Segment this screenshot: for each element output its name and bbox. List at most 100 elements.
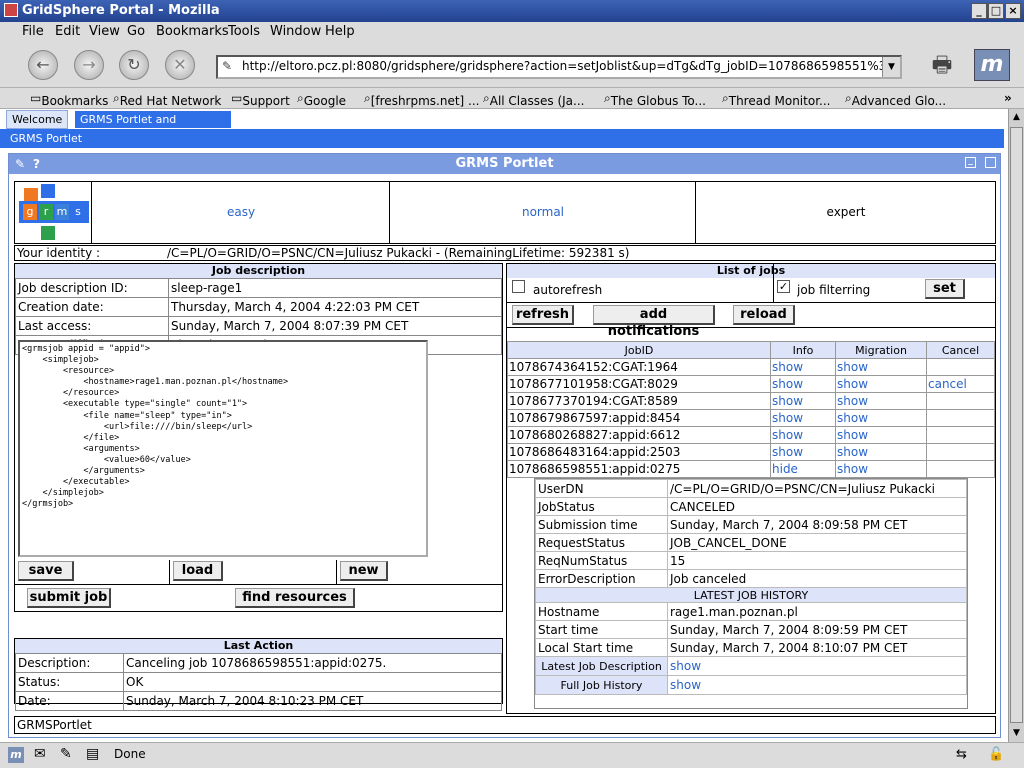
save-button[interactable]: save bbox=[18, 561, 74, 581]
mozilla-logo-icon[interactable]: m bbox=[974, 49, 1010, 81]
action-value: OK bbox=[123, 672, 502, 692]
print-icon[interactable]: 🖶 bbox=[924, 48, 960, 80]
reload-button[interactable]: reload bbox=[733, 305, 795, 325]
migration-show-link[interactable]: show bbox=[835, 358, 927, 376]
info-show-link[interactable]: show bbox=[770, 443, 836, 461]
col-info: Info bbox=[770, 341, 836, 359]
cancel-link[interactable] bbox=[926, 426, 995, 444]
window-title: GridSphere Portal - Mozilla bbox=[22, 3, 220, 18]
job-description-header: Job description bbox=[15, 264, 502, 278]
history-row: Hostname rage1.man.poznan.pl bbox=[535, 602, 967, 621]
migration-show-link[interactable]: show bbox=[835, 392, 927, 410]
minimize-icon[interactable]: _ bbox=[971, 3, 987, 19]
cancel-link[interactable] bbox=[926, 409, 995, 427]
edit-icon[interactable]: ✎ bbox=[15, 154, 25, 174]
menu-edit[interactable]: Edit bbox=[55, 24, 80, 39]
bookmark-item[interactable]: ⌕ Google bbox=[297, 91, 346, 108]
table-row: 1078679867597:appid:8454 show show bbox=[507, 409, 995, 427]
cancel-link[interactable] bbox=[926, 460, 995, 478]
migration-show-link[interactable]: show bbox=[835, 375, 927, 393]
bookmark-item[interactable]: ⌕ Advanced Glo... bbox=[845, 91, 946, 108]
bookmark-folder[interactable]: ▭ Bookmarks bbox=[30, 91, 108, 108]
migration-show-link[interactable]: show bbox=[835, 426, 927, 444]
detail-label: ReqNumStatus bbox=[535, 551, 668, 570]
scroll-thumb[interactable] bbox=[1010, 127, 1023, 723]
set-button[interactable]: set bbox=[925, 279, 965, 299]
menu-file[interactable]: File bbox=[22, 24, 44, 39]
new-button[interactable]: new bbox=[340, 561, 388, 581]
action-value: Sunday, March 7, 2004 8:10:23 PM CET bbox=[123, 691, 502, 711]
menu-go[interactable]: Go bbox=[127, 24, 145, 39]
composer-icon[interactable]: ✎ bbox=[60, 746, 72, 762]
menu-view[interactable]: View bbox=[89, 24, 120, 39]
url-bar[interactable]: ✎ http://eltoro.pcz.pl:8080/gridsphere/g… bbox=[216, 55, 902, 79]
info-show-link[interactable]: show bbox=[770, 392, 836, 410]
address-book-icon[interactable]: ▤ bbox=[86, 746, 99, 762]
mode-normal-link[interactable]: normal bbox=[391, 182, 696, 243]
add-notifications-button[interactable]: add notifications bbox=[593, 305, 715, 339]
detail-row: ErrorDescription Job canceled bbox=[535, 569, 967, 588]
bookmark-item[interactable]: ⌕ [freshrpms.net] ... bbox=[364, 91, 480, 108]
security-lock-icon[interactable]: 🔓 bbox=[988, 747, 1004, 762]
full-history-show-link[interactable]: show bbox=[667, 675, 967, 695]
menu-tools[interactable]: Tools bbox=[228, 24, 260, 39]
cancel-link[interactable] bbox=[926, 443, 995, 461]
detail-value: Sunday, March 7, 2004 8:09:58 PM CET bbox=[667, 515, 967, 534]
last-action-header: Last Action bbox=[15, 639, 502, 653]
bookmarks-overflow-icon[interactable]: » bbox=[1004, 91, 1012, 105]
find-resources-button[interactable]: find resources bbox=[235, 588, 355, 608]
load-button[interactable]: load bbox=[173, 561, 223, 581]
menu-bookmarks[interactable]: Bookmarks bbox=[156, 24, 229, 39]
reload-icon[interactable]: ↻ bbox=[119, 50, 149, 80]
forward-icon[interactable]: → bbox=[74, 50, 104, 80]
portlet-subnav[interactable]: GRMS Portlet bbox=[0, 129, 1004, 148]
help-icon[interactable]: ? bbox=[33, 154, 40, 174]
migration-show-link[interactable]: show bbox=[835, 443, 927, 461]
job-meta-row: Creation date: Thursday, March 4, 2004 4:… bbox=[15, 297, 502, 317]
detail-value: Job canceled bbox=[667, 569, 967, 588]
jobs-table-header: JobID Info Migration Cancel bbox=[507, 341, 995, 359]
close-icon[interactable]: × bbox=[1005, 3, 1021, 19]
job-xml-editor[interactable]: <grmsjob appid = "appid"> <simplejob> <r… bbox=[18, 340, 428, 557]
migration-show-link[interactable]: show bbox=[835, 409, 927, 427]
bookmark-item[interactable]: ⌕ Red Hat Network bbox=[113, 91, 221, 108]
cancel-link[interactable] bbox=[926, 358, 995, 376]
bookmark-item[interactable]: ⌕ Thread Monitor... bbox=[722, 91, 830, 108]
info-show-link[interactable]: show bbox=[770, 375, 836, 393]
bookmark-folder[interactable]: ▭ Support bbox=[231, 91, 290, 108]
menu-help[interactable]: Help bbox=[325, 24, 355, 39]
cancel-link[interactable] bbox=[926, 392, 995, 410]
bookmark-item[interactable]: ⌕ All Classes (Ja... bbox=[483, 91, 584, 108]
latest-description-show-link[interactable]: show bbox=[667, 656, 967, 676]
menu-window[interactable]: Window bbox=[270, 24, 321, 39]
navigator-icon[interactable]: m bbox=[8, 747, 24, 763]
tab-welcome[interactable]: Welcome bbox=[6, 110, 69, 129]
info-show-link[interactable]: show bbox=[770, 409, 836, 427]
page-scrollbar[interactable]: ▲ ▼ bbox=[1008, 109, 1024, 742]
job-filtering-checkbox[interactable]: ✓ bbox=[777, 280, 790, 293]
migration-show-link[interactable]: show bbox=[835, 460, 927, 478]
info-show-link[interactable]: show bbox=[770, 426, 836, 444]
mode-expert[interactable]: expert bbox=[697, 182, 995, 243]
job-id: 1078680268827:appid:6612 bbox=[507, 426, 771, 444]
stop-icon[interactable]: ✕ bbox=[165, 50, 195, 80]
url-dropdown-icon[interactable]: ▼ bbox=[882, 57, 900, 77]
autorefresh-checkbox[interactable] bbox=[512, 280, 525, 293]
tab-grms-portlet[interactable]: GRMS Portlet and Services bbox=[74, 110, 232, 143]
portlet-minimize-icon[interactable]: _ bbox=[965, 157, 976, 168]
submit-job-button[interactable]: submit job bbox=[27, 588, 111, 608]
cancel-link[interactable]: cancel bbox=[926, 375, 995, 393]
refresh-button[interactable]: refresh bbox=[512, 305, 574, 325]
back-icon[interactable]: ← bbox=[28, 50, 58, 80]
info-show-link[interactable]: show bbox=[770, 358, 836, 376]
table-row: 1078686598551:appid:0275 hide show bbox=[507, 460, 995, 478]
mail-icon[interactable]: ✉ bbox=[34, 746, 46, 762]
maximize-icon[interactable]: □ bbox=[988, 3, 1004, 19]
bookmark-item[interactable]: ⌕ The Globus To... bbox=[604, 91, 706, 108]
scroll-up-icon[interactable]: ▲ bbox=[1009, 109, 1024, 125]
mode-easy-link[interactable]: easy bbox=[93, 182, 390, 243]
scroll-down-icon[interactable]: ▼ bbox=[1009, 725, 1024, 741]
job-id: 1078677370194:CGAT:8589 bbox=[507, 392, 771, 410]
portlet-maximize-icon[interactable] bbox=[985, 157, 996, 168]
info-hide-link[interactable]: hide bbox=[770, 460, 836, 478]
